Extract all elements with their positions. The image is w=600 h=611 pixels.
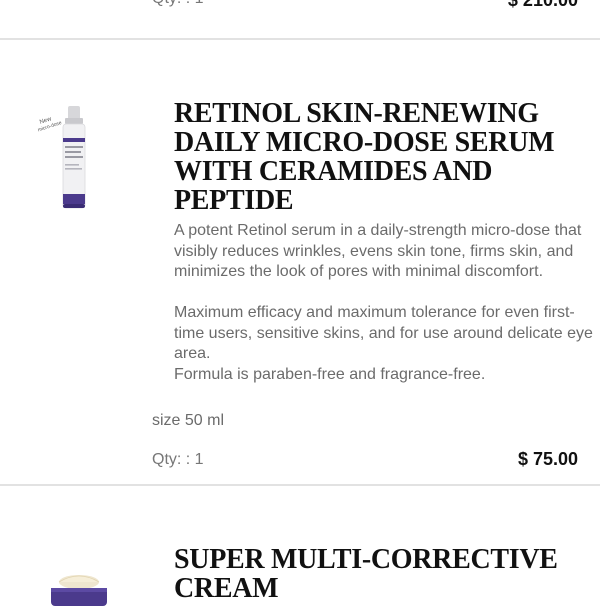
item-price: $ 210.00 (507, 0, 578, 10)
description-spacer (174, 283, 594, 304)
product-title[interactable]: SUPER MULTI-CORRECTIVE CREAM (174, 545, 594, 603)
item-price: $ 75.00 (517, 449, 578, 469)
cart-item-previous: Qty: : 1 $ 210.00 (0, 0, 600, 40)
item-divider (0, 38, 600, 40)
cream-jar-image (51, 575, 107, 606)
description-paragraph: Formula is paraben-free and fragrance-fr… (174, 365, 486, 383)
product-size: size 50 ml (152, 412, 225, 429)
description-paragraph: A potent Retinol serum in a daily-streng… (174, 222, 582, 280)
product-description: A potent Retinol serum in a daily-streng… (174, 221, 594, 385)
item-divider (0, 484, 600, 486)
description-paragraph: Maximum efficacy and maximum tolerance f… (174, 304, 593, 362)
product-image[interactable]: New micro-dose (36, 104, 106, 214)
qty-label[interactable]: Qty: : 1 (152, 451, 204, 469)
product-title[interactable]: RETINOL SKIN-RENEWING DAILY MICRO-DOSE S… (174, 99, 594, 215)
qty-label: Qty: : 1 (152, 0, 204, 8)
serum-bottle-image: New micro-dose (37, 106, 86, 209)
product-image[interactable] (44, 566, 114, 606)
